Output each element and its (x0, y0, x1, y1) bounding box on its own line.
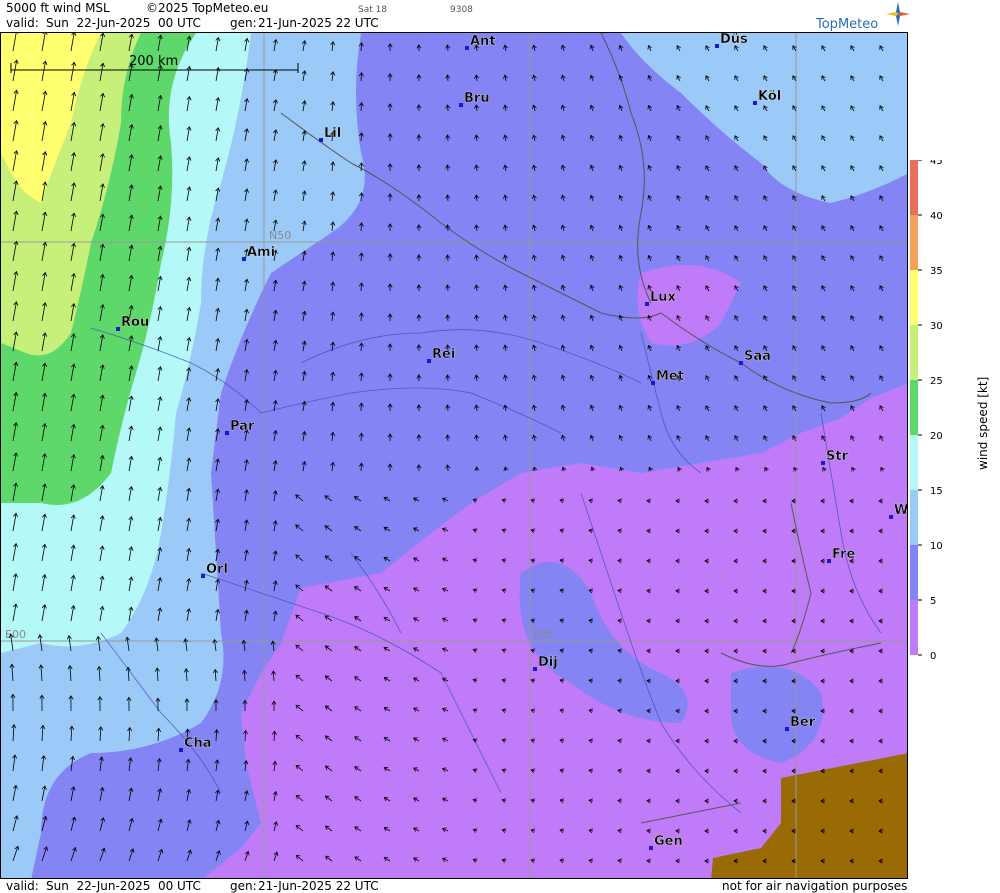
city-label: Dij (538, 655, 558, 670)
scale-bar-label: 200 km (129, 54, 178, 69)
legend-color-band (910, 325, 918, 380)
city-marker (651, 381, 655, 385)
legend-color-band (910, 270, 918, 325)
city-marker (785, 727, 789, 731)
compass-logo-icon (886, 2, 910, 26)
day-label: Sat 18 (358, 5, 388, 15)
city-label: Lux (650, 290, 677, 305)
city-label: Fre (832, 547, 855, 562)
city-label: Saa (744, 349, 771, 364)
city-label: Düs (720, 33, 748, 47)
city-label: Met (656, 369, 684, 384)
legend-color-band (910, 490, 918, 545)
city-marker (427, 359, 431, 363)
valid-label: valid: (6, 16, 39, 30)
wind-map[interactable]: N50 E00 E05 200 km Ant Düs Bru Köl Lil Ami Lux… (0, 32, 908, 879)
product-title: 5000 ft wind MSL (6, 1, 110, 15)
city-label: Lil (324, 126, 341, 141)
gen-time: 21-Jun-2025 22 UTC (258, 16, 379, 30)
city-label: Rei (432, 347, 455, 362)
copyright: ©2025 TopMeteo.eu (146, 1, 269, 15)
valid-time: Sun 22-Jun-2025 00 UTC (46, 16, 201, 30)
city-label: Ami (247, 245, 275, 260)
legend-color-band (910, 380, 918, 435)
city-marker (753, 101, 757, 105)
footer-gen-label: gen: (230, 879, 257, 893)
city-marker (465, 46, 469, 50)
city-label: Str (826, 449, 849, 464)
grid-label-n50: N50 (269, 229, 291, 242)
code-label: 9308 (450, 5, 473, 15)
legend-tick-label: 30 (930, 321, 943, 332)
legend-tick-label: 25 (930, 376, 943, 387)
city-marker (649, 846, 653, 850)
footer-disclaimer: not for air navigation purposes (722, 879, 908, 893)
legend-color-band (910, 160, 918, 215)
legend-tick-label: 20 (930, 431, 943, 442)
city-marker (225, 431, 229, 435)
legend-title: wind speed [kt] (976, 377, 990, 470)
city-marker (533, 667, 537, 671)
gen-label: gen: (230, 16, 257, 30)
wind-map-canvas: N50 E00 E05 200 km Ant Düs Bru Köl Lil Ami Lux… (1, 33, 908, 878)
city-marker (821, 461, 825, 465)
legend-svg: 45 40 35 30 25 20 15 10 5 0 wind speed [kt] (910, 156, 990, 662)
legend-tick-label: 0 (930, 651, 936, 662)
city-label: Bru (464, 91, 490, 106)
city-label: Orl (206, 562, 228, 577)
legend-tick-label: 10 (930, 541, 943, 552)
city-label: Gen (654, 834, 683, 849)
legend-color-band (910, 435, 918, 490)
city-marker (715, 44, 719, 48)
grid-label-e05: E05 (533, 628, 554, 641)
city-label: W (894, 503, 908, 518)
city-label: Rou (121, 315, 149, 330)
legend-tick-label: 45 (930, 160, 943, 167)
footer-valid-time: Sun 22-Jun-2025 00 UTC (46, 879, 201, 893)
footer-gen-time: 21-Jun-2025 22 UTC (258, 879, 379, 893)
city-marker (645, 302, 649, 306)
city-label: Par (230, 419, 255, 434)
city-marker (827, 559, 831, 563)
legend-color-band (910, 545, 918, 600)
city-label: Cha (184, 736, 212, 751)
city-marker (459, 103, 463, 107)
legend-tick-label: 40 (930, 211, 943, 222)
city-marker (319, 138, 323, 142)
legend-color-band (910, 215, 918, 270)
city-marker (116, 327, 120, 331)
city-marker (739, 361, 743, 365)
legend-tick-label: 15 (930, 486, 943, 497)
city-marker (889, 515, 893, 519)
city-label: Ber (790, 715, 816, 730)
brand-logo: TopMeteo (816, 17, 879, 32)
city-label: Köl (758, 89, 781, 104)
grid-label-e00: E00 (5, 628, 26, 641)
city-marker (242, 257, 246, 261)
legend-color-band (910, 600, 918, 655)
city-label: Ant (470, 34, 496, 49)
legend-tick-label: 5 (930, 596, 936, 607)
city-marker (201, 574, 205, 578)
city-marker (179, 748, 183, 752)
wind-speed-legend: 45 40 35 30 25 20 15 10 5 0 wind speed [kt] (910, 156, 1000, 662)
footer-valid-label: valid: (6, 879, 39, 893)
legend-tick-label: 35 (930, 266, 943, 277)
